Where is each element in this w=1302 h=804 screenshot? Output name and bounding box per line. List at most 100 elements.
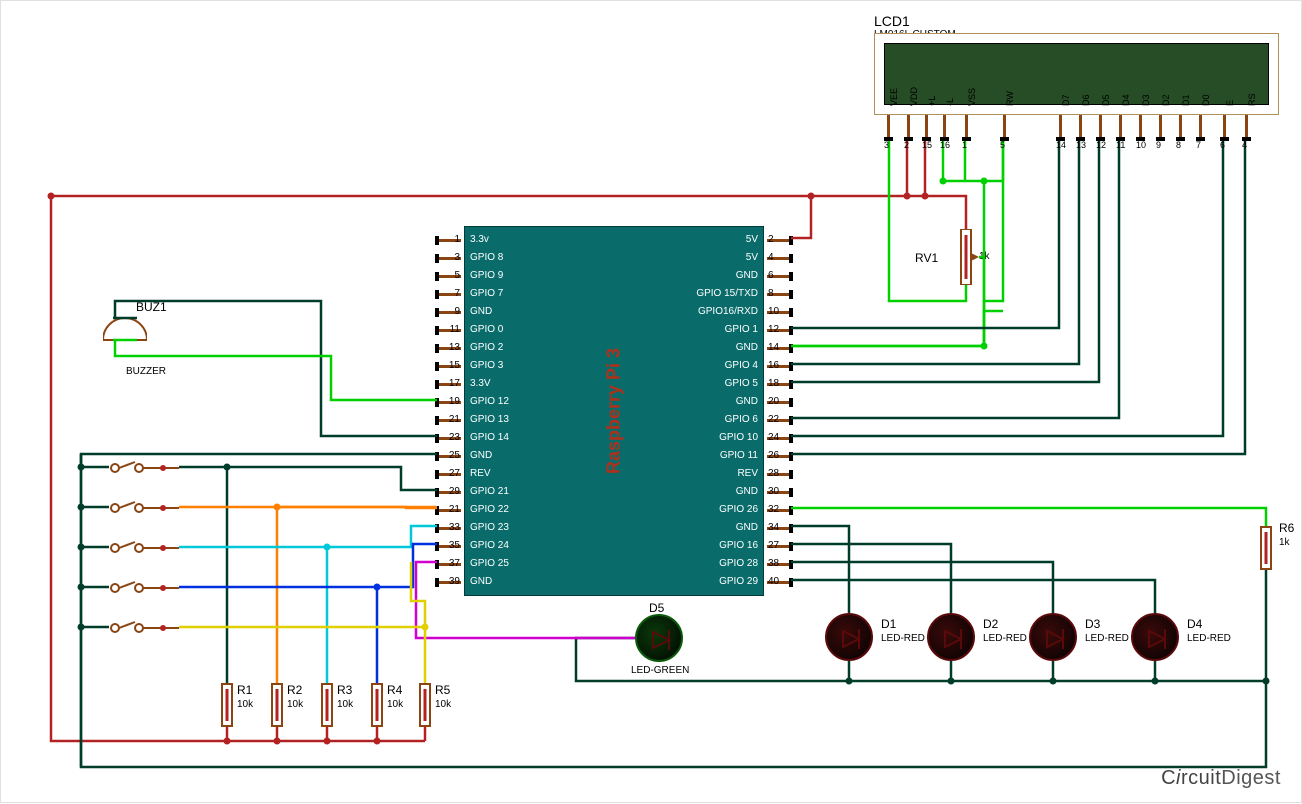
rpi-pinname: GPIO 11 (720, 450, 758, 461)
rpi-pinnum: 2 (768, 234, 774, 245)
lcd-pin (1079, 115, 1082, 137)
lcd-pin-num: 13 (1076, 140, 1086, 150)
push-button (109, 459, 179, 477)
watermark: CircuitDigest (1161, 767, 1281, 790)
lcd-pin-label: D1 (1181, 94, 1191, 106)
schematic-canvas: LCD1 LM016L CUSTOM // placeholder to kee… (0, 0, 1302, 803)
rpi-pinname: 3.3v (470, 234, 489, 245)
led-d5 (635, 614, 683, 662)
rpi-pinnum: 40 (768, 576, 779, 587)
rpi-pinname: REV (470, 468, 491, 479)
rpi-pinnum: 8 (768, 288, 774, 299)
rpi-pinname: REV (737, 468, 758, 479)
resistor (371, 683, 383, 727)
push-button (109, 579, 179, 597)
buzzer-icon (103, 318, 147, 362)
lcd-pin-num: 5 (1000, 140, 1005, 150)
lcd-pin (1059, 115, 1062, 137)
lcd-pin-num: 2 (904, 140, 909, 150)
r6-ref: R6 (1279, 521, 1294, 535)
rpi-pinnum: 26 (768, 450, 779, 461)
res-val: 10k (287, 699, 303, 710)
res-val: 10k (435, 699, 451, 710)
rpi-pinname: GND (470, 306, 492, 317)
lcd-pin (1003, 115, 1006, 137)
lcd-pin-num: 1 (962, 140, 967, 150)
rpi-pinnum: 9 (454, 306, 460, 317)
rpi-pinnum: 4 (768, 252, 774, 263)
resistor (321, 683, 333, 727)
rpi-pinnum: 10 (768, 306, 779, 317)
lcd-pin-label: VDD (909, 87, 919, 106)
rpi-pinname: GPIO 13 (470, 414, 509, 425)
lcd-pin-num: 14 (1056, 140, 1066, 150)
rpi-pinnum: 11 (450, 324, 460, 335)
lcd-pin (1139, 115, 1142, 137)
rpi-pinnum: 19 (449, 396, 460, 407)
rpi-pinnum: 6 (768, 270, 774, 281)
rpi-pinnum: 15 (449, 360, 460, 371)
lcd-pin-num: 16 (940, 140, 950, 150)
lcd-pin-label: VSS (967, 88, 977, 106)
lcd-pin-label: +L (927, 96, 937, 106)
lcd-pin-num: 4 (1242, 140, 1247, 150)
led-type: LED-RED (1187, 633, 1231, 644)
rpi-pinnum: 5 (454, 270, 460, 281)
rpi-pinname: GPIO 25 (470, 558, 509, 569)
rpi-pinnum: 35 (449, 540, 460, 551)
rpi-pinnum: 3 (454, 252, 460, 263)
lcd-pin-label: RW (1005, 91, 1015, 106)
rpi-pinname: GPIO 8 (470, 252, 503, 263)
rpi-pinnum: 13 (449, 342, 460, 353)
resistor-r6 (1260, 526, 1272, 570)
rpi-pinname: GPIO 16 (719, 540, 758, 551)
rv1-ref: RV1 (915, 251, 938, 265)
led-red (1131, 613, 1179, 661)
led-type: LED-RED (983, 633, 1027, 644)
rpi-pinnum: 39 (449, 576, 460, 587)
rpi-pinnum: 29 (449, 486, 460, 497)
lcd-pin-label: VEE (889, 88, 899, 106)
rpi-pinnum: 34 (768, 522, 779, 533)
rpi-pinnum: 7 (454, 288, 460, 299)
rpi-label: Raspberry Pi 3 (604, 348, 625, 474)
led-ref: D1 (881, 617, 896, 631)
rpi-pinnum: 12 (768, 324, 779, 335)
rpi-pinname: GPIO 5 (725, 378, 758, 389)
rpi-pinnum: 18 (768, 378, 779, 389)
lcd-pin-num: 7 (1196, 140, 1201, 150)
rpi-pinname: GPIO 28 (719, 558, 758, 569)
lcd-pin-num: 6 (1220, 140, 1225, 150)
led-ref: D2 (983, 617, 998, 631)
rpi-pinnum: 24 (768, 432, 779, 443)
rv1-val: 1k (979, 251, 990, 262)
rpi-pinname: GPIO 29 (719, 576, 758, 587)
rpi-pinnum: 23 (449, 432, 460, 443)
resistor (419, 683, 431, 727)
push-button (109, 499, 179, 517)
res-ref: R1 (237, 683, 252, 697)
lcd-pin (1245, 115, 1248, 137)
lcd-pin-label: E (1225, 100, 1235, 106)
lcd-pin (907, 115, 910, 137)
rpi-pinname: GND (736, 522, 758, 533)
rpi-pinnum: 37 (449, 558, 460, 569)
rpi-pinname: GPIO 0 (470, 324, 503, 335)
lcd-pin (965, 115, 968, 137)
res-ref: R5 (435, 683, 450, 697)
rpi-pinnum: 21 (449, 504, 460, 515)
lcd-pin-label: RS (1247, 93, 1257, 106)
led-red (825, 613, 873, 661)
rpi-pinnum: 30 (768, 486, 779, 497)
res-ref: R2 (287, 683, 302, 697)
rpi-pinname: GPIO 2 (470, 342, 503, 353)
rpi-pinname: GPIO 4 (725, 360, 758, 371)
rpi-pinname: GND (736, 270, 758, 281)
led-ref: D3 (1085, 617, 1100, 631)
rpi-pinname: GPIO 23 (470, 522, 509, 533)
rpi-pinnum: 20 (768, 396, 779, 407)
lcd-pin (925, 115, 928, 137)
lcd-pin (943, 115, 946, 137)
rpi-pinnum: 27 (768, 540, 779, 551)
d5-ref: D5 (649, 601, 664, 615)
